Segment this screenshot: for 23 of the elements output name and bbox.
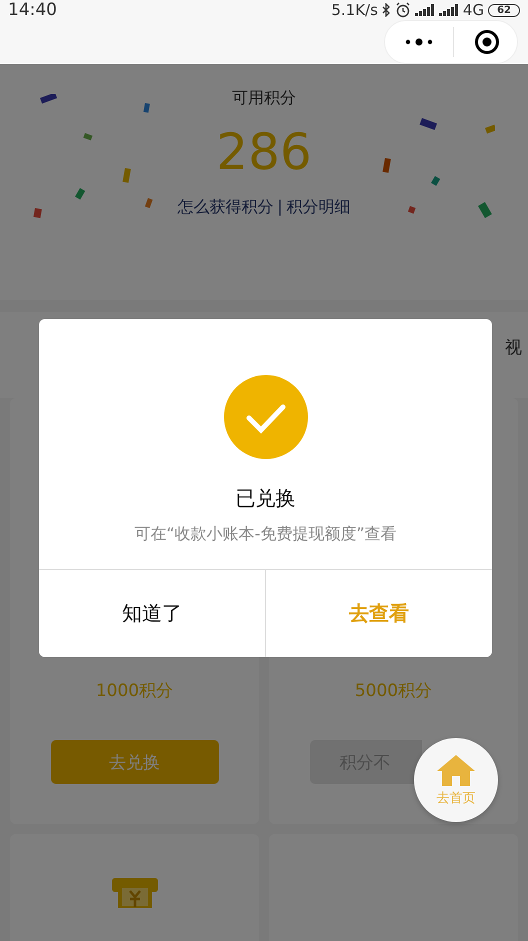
battery-indicator: 62	[488, 4, 520, 16]
alarm-icon	[394, 2, 411, 18]
category-label[interactable]: 视	[505, 336, 522, 358]
close-icon[interactable]	[474, 29, 500, 55]
points-title: 可用积分	[232, 88, 296, 109]
more-icon[interactable]	[405, 37, 433, 47]
bluetooth-icon	[382, 3, 391, 17]
signal-icon	[438, 4, 459, 16]
home-icon	[436, 754, 476, 786]
points-cost: 1000积分	[96, 680, 174, 702]
points-detail-link[interactable]: 积分明细	[286, 197, 351, 218]
points-cost: 5000积分	[354, 680, 432, 702]
check-icon	[224, 375, 308, 459]
signal-icon	[414, 4, 435, 16]
points-value: 286	[216, 123, 312, 181]
clock-time: 14:40	[8, 0, 57, 20]
view-button[interactable]: 去查看	[265, 570, 492, 657]
dialog-message: 可在“收款小账本-免费提现额度”查看	[134, 524, 397, 545]
network-speed: 5.1K/s	[331, 1, 378, 19]
network-type: 4G	[462, 1, 484, 19]
link-separator: |	[277, 197, 283, 218]
dialog-title: 已兑换	[236, 485, 296, 512]
points-guide-link[interactable]: 怎么获得积分	[177, 197, 274, 218]
